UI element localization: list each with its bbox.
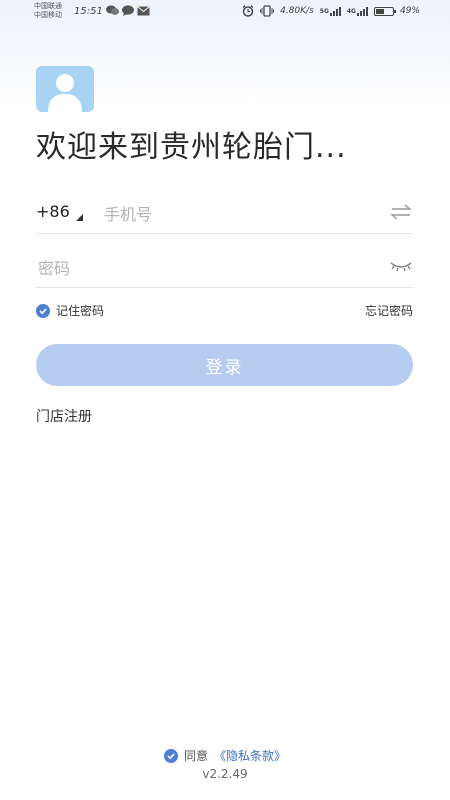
vibrate-icon bbox=[260, 5, 275, 17]
phone-field-row: +86 bbox=[36, 194, 413, 234]
wechat-icon bbox=[106, 5, 119, 16]
mail-icon bbox=[137, 5, 150, 16]
carrier-1: 中国联通 bbox=[34, 2, 62, 10]
system-status: 4.80K/s 5G 4G 49% bbox=[242, 5, 420, 17]
privacy-agreement: 同意 《隐私条款》 bbox=[0, 747, 450, 764]
eye-closed-icon[interactable] bbox=[389, 258, 413, 274]
signal-2-tag: 4G bbox=[346, 7, 356, 15]
checkmark-icon[interactable] bbox=[36, 303, 50, 318]
swap-arrows-icon[interactable] bbox=[389, 202, 413, 222]
page-title: 欢迎来到贵州轮胎门... bbox=[36, 130, 347, 165]
privacy-policy-link[interactable]: 《隐私条款》 bbox=[214, 747, 286, 764]
signal-icon: 5G bbox=[319, 6, 341, 16]
forgot-password-link[interactable]: 忘记密码 bbox=[365, 302, 413, 319]
password-input[interactable] bbox=[36, 252, 370, 284]
dropdown-triangle-icon[interactable] bbox=[76, 214, 83, 221]
alarm-icon bbox=[242, 5, 254, 17]
password-field-row bbox=[36, 248, 413, 288]
battery-percent: 49% bbox=[399, 6, 420, 16]
user-avatar-icon bbox=[36, 66, 94, 112]
carrier-info: 中国联通 中国移动 bbox=[34, 2, 62, 20]
status-bar: 中国联通 中国移动 15:51 4.80K/s 5G 4G 49% bbox=[0, 0, 450, 26]
app-version: v2.2.49 bbox=[202, 767, 248, 781]
status-time: 15:51 bbox=[74, 6, 103, 17]
carrier-2: 中国移动 bbox=[34, 11, 62, 19]
remember-password[interactable]: 记住密码 bbox=[36, 302, 104, 319]
net-speed: 4.80K/s bbox=[280, 6, 314, 16]
notification-icons bbox=[106, 5, 150, 16]
store-register-link[interactable]: 门店注册 bbox=[36, 406, 92, 426]
chat-bubble-icon bbox=[122, 5, 134, 16]
country-code-selector[interactable]: +86 bbox=[36, 202, 70, 221]
remember-label: 记住密码 bbox=[56, 304, 105, 318]
checkmark-icon[interactable] bbox=[163, 748, 178, 763]
battery-icon bbox=[373, 6, 396, 16]
login-button[interactable]: 登录 bbox=[36, 344, 413, 386]
phone-input[interactable] bbox=[102, 198, 376, 230]
signal-1-tag: 5G bbox=[319, 7, 329, 15]
signal-icon: 4G bbox=[346, 6, 368, 16]
agree-prefix: 同意 bbox=[183, 749, 208, 763]
